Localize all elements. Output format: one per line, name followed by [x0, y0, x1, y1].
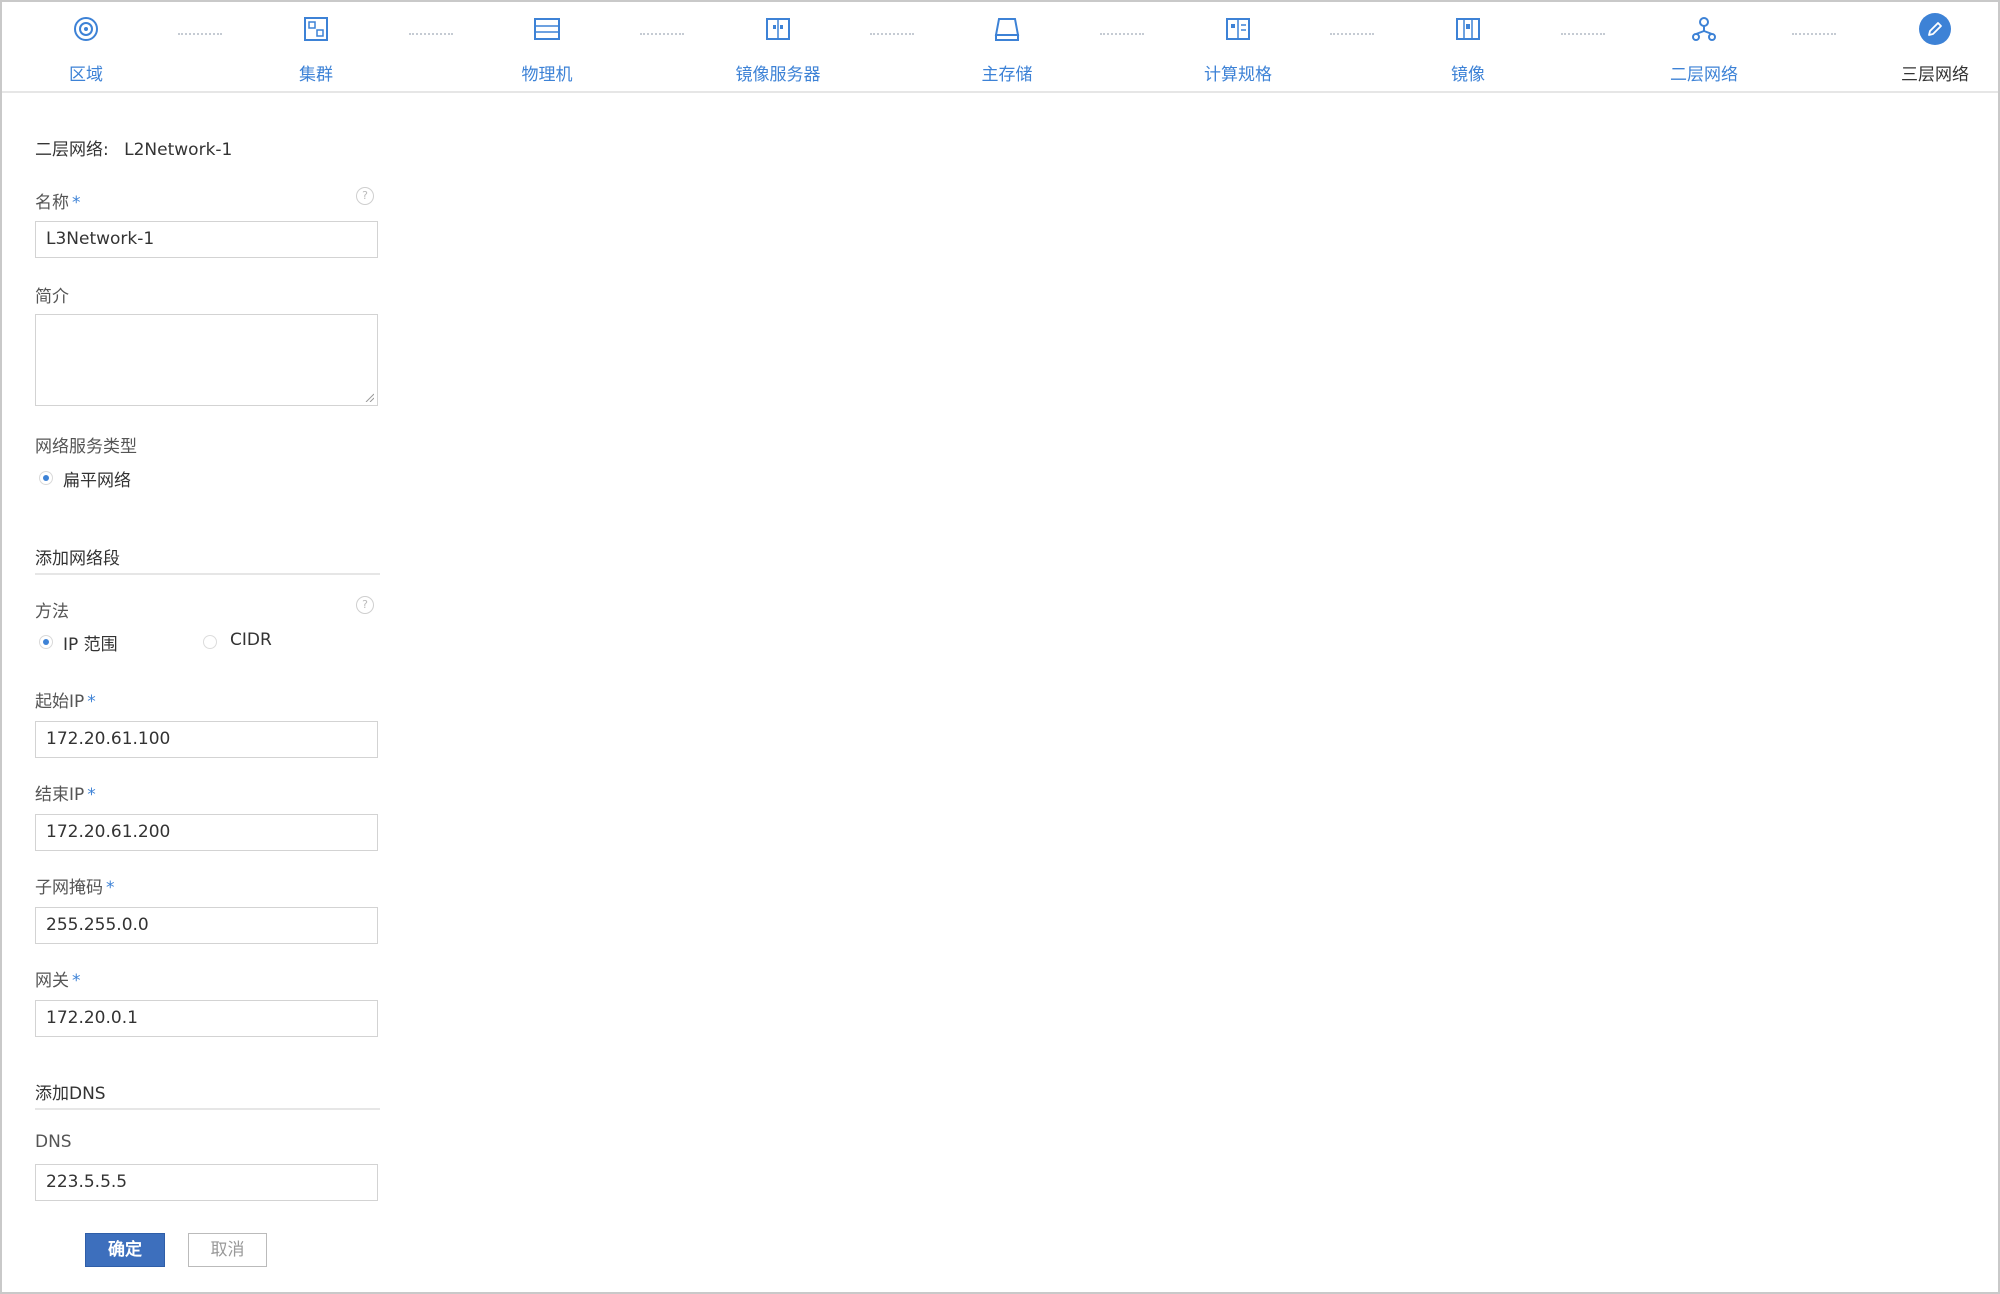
step-image[interactable]: 镜像 [1393, 12, 1543, 85]
l2-network-label: 二层网络: [35, 140, 109, 160]
image-icon [1393, 12, 1543, 46]
description-label: 简介 [35, 287, 69, 307]
name-input[interactable]: L3Network-1 [35, 221, 378, 258]
step-region[interactable]: 区域 [11, 12, 161, 85]
dns-label: DNS [35, 1132, 72, 1152]
resize-grip-icon[interactable] [364, 392, 374, 402]
step-connector [1561, 33, 1605, 35]
start-ip-input[interactable]: 172.20.61.100 [35, 721, 378, 758]
add-range-section-title: 添加网络段 [35, 549, 120, 569]
start-ip-label: 起始IP * [35, 692, 96, 712]
name-label: 名称 * [35, 193, 81, 213]
flat-network-label[interactable]: 扁平网络 [63, 466, 131, 491]
ip-range-radio[interactable] [39, 635, 53, 649]
gateway-label: 网关 * [35, 971, 81, 991]
end-ip-input[interactable]: 172.20.61.200 [35, 814, 378, 851]
step-label: 镜像服务器 [735, 65, 821, 85]
instance-offering-icon [1163, 12, 1313, 46]
flat-network-radio[interactable] [39, 471, 53, 485]
step-label: 镜像 [1451, 65, 1485, 85]
step-label: 计算规格 [1204, 65, 1272, 85]
gateway-input[interactable]: 172.20.0.1 [35, 1000, 378, 1037]
method-help-icon[interactable]: ? [356, 596, 374, 614]
step-instance-offering[interactable]: 计算规格 [1163, 12, 1313, 85]
cancel-button[interactable]: 取消 [188, 1233, 267, 1267]
host-icon [472, 12, 622, 46]
step-cluster[interactable]: 集群 [241, 12, 391, 85]
netmask-label: 子网掩码 * [35, 878, 115, 898]
step-backup-storage[interactable]: 镜像服务器 [703, 12, 853, 85]
step-connector [1330, 33, 1374, 35]
section-divider [35, 573, 380, 575]
netmask-input[interactable]: 255.255.0.0 [35, 907, 378, 944]
step-label: 区域 [69, 65, 103, 85]
dns-input[interactable]: 223.5.5.5 [35, 1164, 378, 1201]
step-l2-network[interactable]: 二层网络 [1629, 12, 1779, 85]
section-divider [35, 1108, 380, 1110]
wizard-steps: 区域 集群 物理机 镜像服务器 主存储 计算规格 镜像 二层网络 三层网络 [2, 2, 1998, 93]
method-label: 方法 [35, 602, 69, 622]
l2-network-value: L2Network-1 [124, 140, 233, 160]
region-icon [11, 12, 161, 46]
step-label: 主存储 [981, 65, 1033, 85]
wizard-window: 区域 集群 物理机 镜像服务器 主存储 计算规格 镜像 二层网络 三层网络 二层… [0, 0, 2000, 1294]
step-primary-storage[interactable]: 主存储 [932, 12, 1082, 85]
step-connector [178, 33, 222, 35]
step-connector [1792, 33, 1836, 35]
name-help-icon[interactable]: ? [356, 187, 374, 205]
step-host[interactable]: 物理机 [472, 12, 622, 85]
step-connector [1100, 33, 1144, 35]
cidr-label[interactable]: CIDR [230, 630, 272, 650]
step-label: 三层网络 [1901, 65, 1969, 85]
ip-range-label[interactable]: IP 范围 [63, 630, 118, 655]
l2-network-icon [1629, 12, 1779, 46]
primary-storage-icon [932, 12, 1082, 46]
step-label: 物理机 [521, 65, 573, 85]
step-label: 集群 [299, 65, 333, 85]
backup-storage-icon [703, 12, 853, 46]
step-connector [870, 33, 914, 35]
step-l3-network[interactable]: 三层网络 [1860, 12, 2000, 85]
l2-network-info: 二层网络: L2Network-1 [35, 135, 232, 160]
cidr-radio[interactable] [203, 635, 217, 649]
pencil-icon [1860, 12, 2000, 46]
add-dns-section-title: 添加DNS [35, 1084, 106, 1104]
cluster-icon [241, 12, 391, 46]
step-connector [640, 33, 684, 35]
description-textarea[interactable] [35, 314, 378, 406]
end-ip-label: 结束IP * [35, 785, 96, 805]
confirm-button[interactable]: 确定 [85, 1233, 165, 1267]
service-type-label: 网络服务类型 [35, 437, 137, 457]
step-label: 二层网络 [1670, 65, 1738, 85]
step-connector [409, 33, 453, 35]
